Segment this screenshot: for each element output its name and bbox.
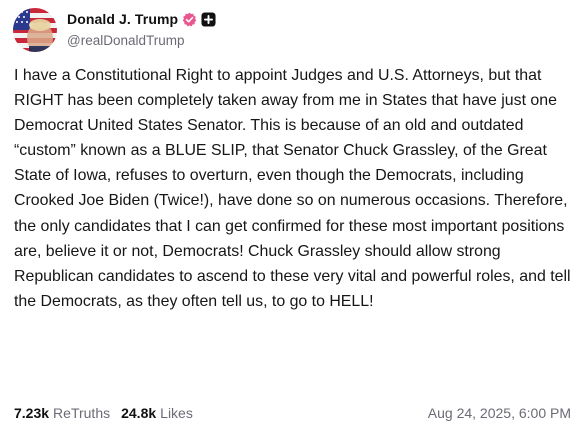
verified-badge-icon: [182, 12, 197, 27]
likes-stat[interactable]: 24.8k Likes: [121, 405, 193, 421]
retruths-count: 7.23k: [14, 405, 50, 421]
retruths-stat[interactable]: 7.23k ReTruths: [14, 405, 110, 421]
post-card: Donald J. Trump @realDonaldTrump I have …: [0, 0, 584, 435]
author-name-row: Donald J. Trump: [67, 9, 216, 29]
author-avatar[interactable]: [13, 8, 57, 52]
retruths-label: ReTruths: [53, 405, 111, 421]
author-display-name[interactable]: Donald J. Trump: [67, 11, 178, 27]
likes-count: 24.8k: [121, 405, 157, 421]
plus-badge-icon: [201, 11, 216, 27]
post-timestamp[interactable]: Aug 24, 2025, 6:00 PM: [428, 405, 571, 421]
likes-label: Likes: [160, 405, 193, 421]
author-handle[interactable]: @realDonaldTrump: [67, 33, 185, 48]
flag-portrait-avatar-icon: [13, 8, 57, 52]
post-stats: 7.23k ReTruths 24.8k Likes: [14, 405, 193, 421]
post-body-text: I have a Constitutional Right to appoint…: [14, 67, 571, 310]
